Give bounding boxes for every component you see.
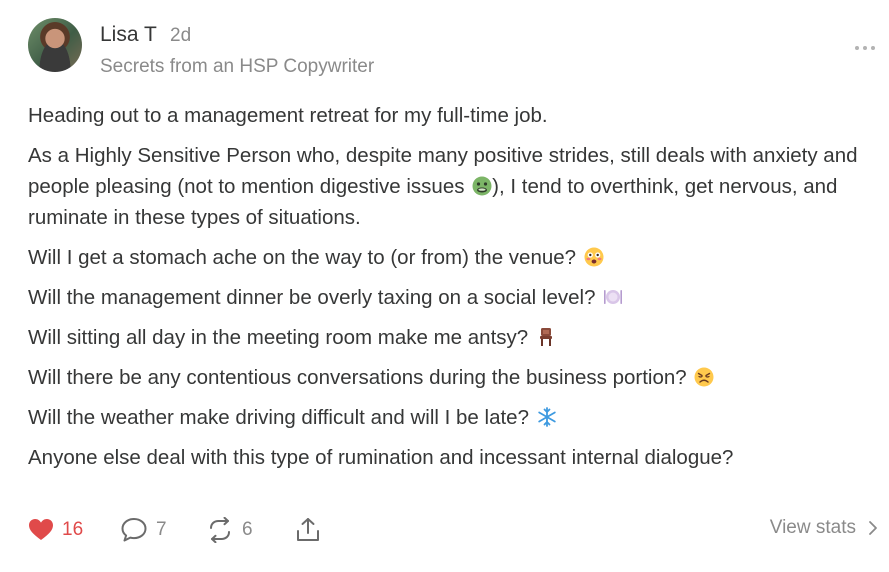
paragraph-text: Anyone else deal with this type of rumin…: [28, 446, 734, 469]
flushed-face-emoji: [584, 247, 604, 267]
chevron-right-icon: [869, 521, 877, 535]
view-stats-label: View stats: [769, 517, 856, 538]
restack-icon: [210, 517, 230, 543]
like-button[interactable]: 16: [28, 514, 83, 546]
chair-emoji: [539, 328, 552, 346]
post-paragraph: Will there be any contentious conversati…: [28, 362, 884, 393]
more-options-icon[interactable]: [852, 38, 878, 58]
post-paragraph: Will the weather make driving difficult …: [28, 402, 884, 433]
post-paragraph: Heading out to a management retreat for …: [28, 100, 884, 131]
comment-count: 7: [156, 519, 167, 540]
post-actions-bar: 16 7 6 View stats: [28, 514, 884, 548]
confounded-face-emoji: [694, 367, 714, 387]
paragraph-text: Will sitting all day in the meeting room…: [28, 326, 534, 349]
share-icon: [297, 518, 319, 541]
heart-icon: [29, 519, 53, 540]
paragraph-text: Will the weather make driving difficult …: [28, 406, 535, 429]
post-paragraph: As a Highly Sensitive Person who, despit…: [28, 140, 884, 233]
comment-button[interactable]: 7: [120, 514, 167, 546]
paragraph-text: Heading out to a management retreat for …: [28, 104, 548, 127]
author-name[interactable]: Lisa T: [100, 23, 157, 47]
publication-name[interactable]: Secrets from an HSP Copywriter: [100, 56, 374, 78]
post-paragraph: Will the management dinner be overly tax…: [28, 282, 884, 313]
paragraph-text: Will the management dinner be overly tax…: [28, 286, 602, 309]
view-stats-link[interactable]: View stats: [770, 517, 878, 539]
post-timestamp[interactable]: 2d: [170, 25, 191, 47]
post-paragraph: Will I get a stomach ache on the way to …: [28, 242, 884, 273]
share-button[interactable]: [294, 514, 322, 546]
post-body: Heading out to a management retreat for …: [28, 100, 884, 482]
post-paragraph: Will sitting all day in the meeting room…: [28, 322, 884, 353]
restack-count: 6: [242, 519, 253, 540]
paragraph-text: Will there be any contentious conversati…: [28, 366, 693, 389]
restack-button[interactable]: 6: [206, 514, 253, 546]
author-avatar[interactable]: [28, 18, 82, 72]
comment-icon: [121, 518, 147, 542]
like-count: 16: [62, 519, 84, 540]
fork-knife-plate-emoji: [604, 290, 623, 304]
note-post: Lisa T 2d Secrets from an HSP Copywriter…: [0, 0, 889, 572]
nauseated-face-emoji: [472, 176, 492, 196]
snowflake-emoji: [537, 407, 556, 427]
post-paragraph: Anyone else deal with this type of rumin…: [28, 442, 884, 473]
paragraph-text: Will I get a stomach ache on the way to …: [28, 246, 582, 269]
